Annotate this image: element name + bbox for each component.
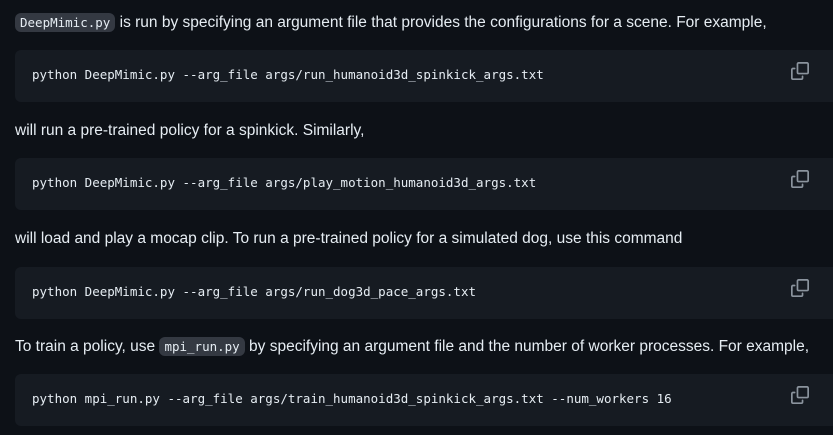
readme-content: DeepMimic.py is run by specifying an arg…	[0, 0, 833, 435]
paragraph-spinkick: will run a pre-trained policy for a spin…	[15, 122, 365, 139]
inline-code-mpi-run: mpi_run.py	[159, 337, 245, 356]
paragraph-train-pre: To train a policy, use	[15, 338, 160, 355]
paragraph-train: To train a policy, use mpi_run.py by spe…	[15, 336, 829, 358]
code-block-run-dog: python DeepMimic.py --arg_file args/run_…	[15, 267, 833, 319]
paragraph-train-post: by specifying an argument file and the n…	[244, 338, 810, 355]
code-command[interactable]: python DeepMimic.py --arg_file args/play…	[32, 173, 536, 193]
copy-button[interactable]	[791, 62, 811, 82]
copy-icon	[791, 386, 809, 404]
inline-code-deepmimic: DeepMimic.py	[15, 13, 116, 32]
copy-icon	[791, 170, 809, 188]
paragraph-mocap: will load and play a mocap clip. To run …	[15, 230, 683, 247]
code-command[interactable]: python DeepMimic.py --arg_file args/run_…	[32, 65, 544, 85]
code-block-run-spinkick: python DeepMimic.py --arg_file args/run_…	[15, 50, 833, 102]
copy-icon	[791, 62, 809, 80]
code-command[interactable]: python mpi_run.py --arg_file args/train_…	[32, 389, 672, 409]
code-block-play-motion: python DeepMimic.py --arg_file args/play…	[15, 158, 833, 210]
copy-button[interactable]	[791, 386, 811, 406]
copy-button[interactable]	[791, 170, 811, 190]
code-block-train: python mpi_run.py --arg_file args/train_…	[15, 374, 833, 426]
copy-icon	[791, 279, 809, 297]
copy-button[interactable]	[791, 279, 811, 299]
code-command[interactable]: python DeepMimic.py --arg_file args/run_…	[32, 282, 476, 302]
paragraph-intro-text: is run by specifying an argument file th…	[115, 14, 767, 31]
paragraph-intro: DeepMimic.py is run by specifying an arg…	[15, 12, 829, 34]
